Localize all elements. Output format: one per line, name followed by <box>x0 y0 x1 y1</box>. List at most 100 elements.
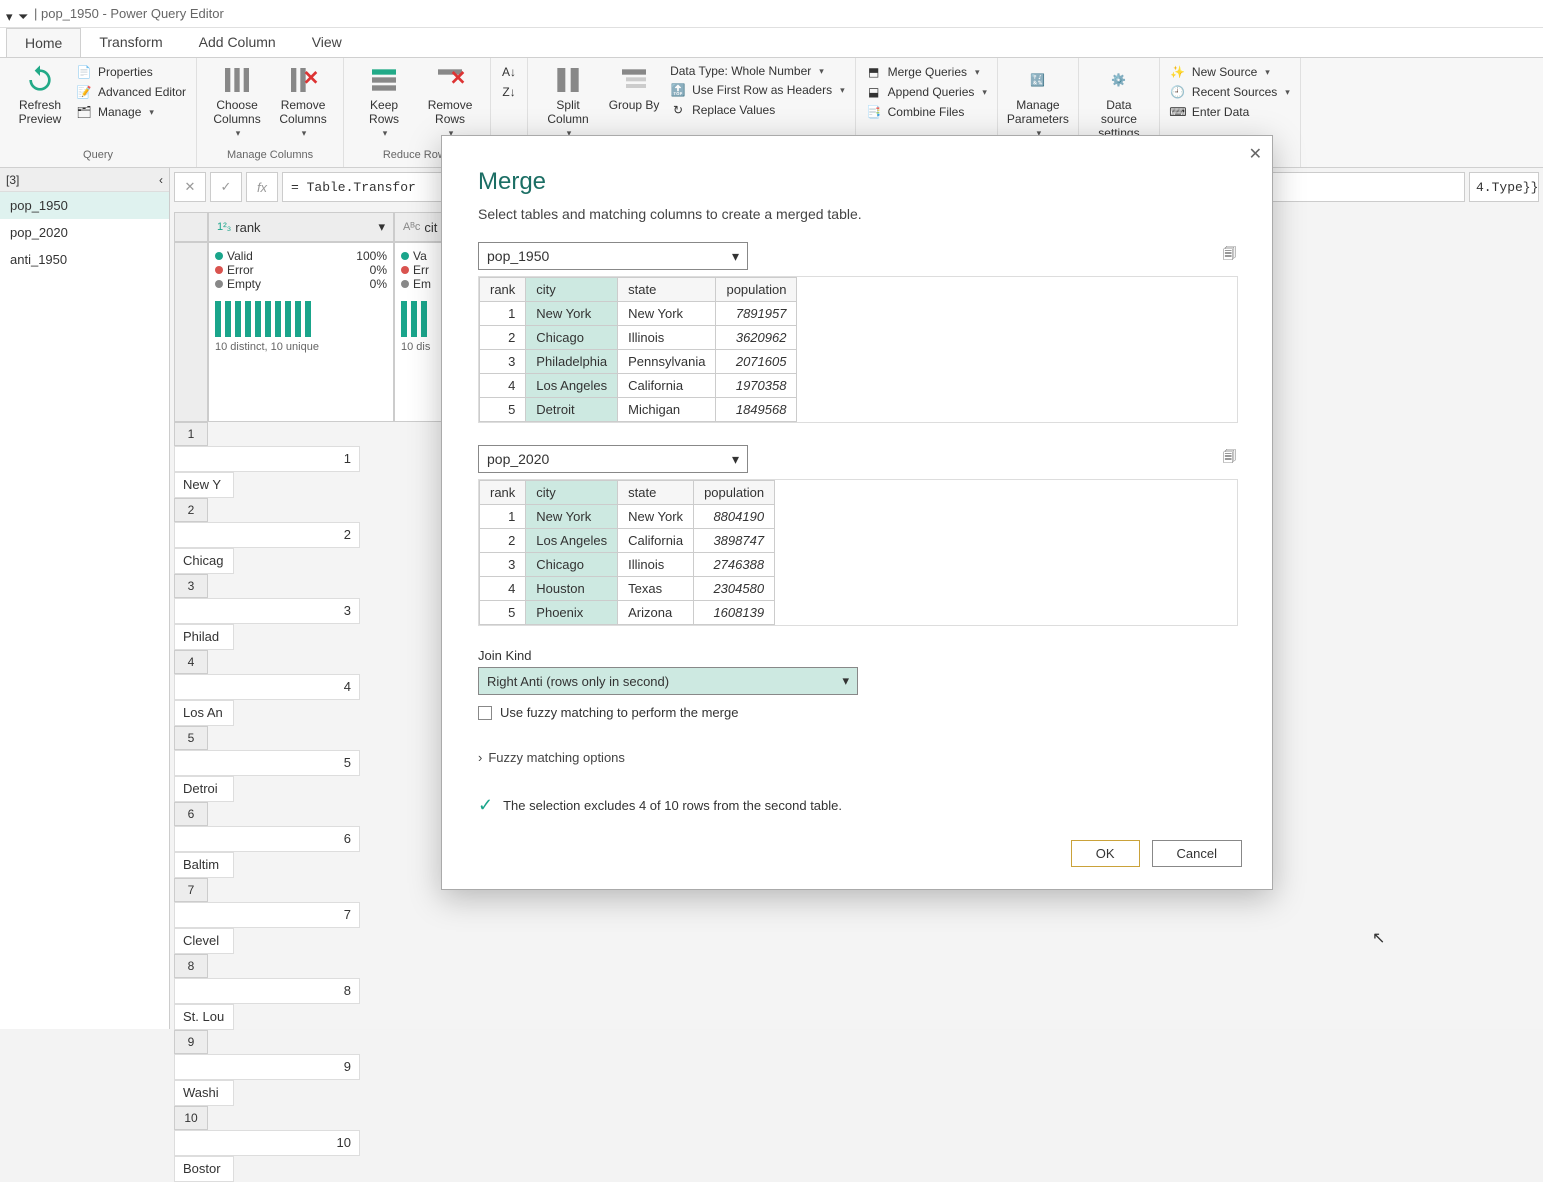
table-row[interactable]: 1New YorkNew York8804190 <box>480 505 775 529</box>
merge-dialog: ✕ Merge Select tables and matching colum… <box>441 135 1273 890</box>
table1-preview[interactable]: rank city state population 1New YorkNew … <box>478 276 1238 423</box>
merge-queries-button[interactable]: ⬒Merge Queries <box>866 64 987 80</box>
ok-button[interactable]: OK <box>1071 840 1140 867</box>
manage-icon: 🗂 <box>76 104 92 120</box>
table-row[interactable]: 11New Y <box>174 422 454 498</box>
choose-columns-icon <box>221 64 253 96</box>
join-kind-select[interactable]: Right Anti (rows only in second)▾ <box>478 667 858 695</box>
group-label-query: Query <box>83 149 113 161</box>
formula-tail: 4.Type}}) <box>1469 172 1539 202</box>
table-row[interactable]: 3ChicagoIllinois2746388 <box>480 553 775 577</box>
remove-columns-button[interactable]: Remove Columns <box>273 64 333 139</box>
manage-parameters-button[interactable]: 🔣 Manage Parameters <box>1008 64 1068 139</box>
commit-formula-button[interactable]: ✓ <box>210 172 242 202</box>
grid-corner[interactable] <box>174 212 208 242</box>
table-row[interactable]: 44Los An <box>174 650 454 726</box>
table-row[interactable]: 4HoustonTexas2304580 <box>480 577 775 601</box>
table-row[interactable]: 5DetroitMichigan1849568 <box>480 398 797 422</box>
close-icon[interactable]: ✕ <box>1249 144 1262 164</box>
refresh-preview-button[interactable]: Refresh Preview <box>10 64 70 126</box>
replace-values-button[interactable]: ↻Replace Values <box>670 102 845 118</box>
advanced-editor-button[interactable]: 📝Advanced Editor <box>76 84 186 100</box>
chevron-down-icon: ▾ <box>732 451 739 468</box>
query-item-pop1950[interactable]: pop_1950 <box>0 192 169 219</box>
new-source-button[interactable]: ✨New Source <box>1170 64 1290 80</box>
window-title: | pop_1950 - Power Query Editor <box>34 6 224 21</box>
table-row[interactable]: 2Los AngelesCalifornia3898747 <box>480 529 775 553</box>
choose-columns-button[interactable]: Choose Columns <box>207 64 267 139</box>
combine-files-button[interactable]: 📑Combine Files <box>866 104 987 120</box>
datatype-icon: 1²₃ <box>217 221 231 233</box>
table-row[interactable]: 3PhiladelphiaPennsylvania2071605 <box>480 350 797 374</box>
distribution-chart <box>215 297 387 337</box>
query-item-pop2020[interactable]: pop_2020 <box>0 219 169 246</box>
table-row[interactable]: 2ChicagoIllinois3620962 <box>480 326 797 350</box>
sort-asc-button[interactable]: A↓ <box>501 64 517 80</box>
table-row[interactable]: 77Clevel <box>174 878 454 954</box>
keep-rows-button[interactable]: Keep Rows <box>354 64 414 139</box>
table-row[interactable]: 99Washi <box>174 1030 454 1106</box>
table-row[interactable]: 22Chicag <box>174 498 454 574</box>
cancel-formula-button[interactable]: ✕ <box>174 172 206 202</box>
table1-select[interactable]: pop_1950▾ <box>478 242 748 270</box>
refresh-preview-icon[interactable]: 🗐 <box>1223 245 1236 267</box>
query-item-anti1950[interactable]: anti_1950 <box>0 246 169 273</box>
refresh-preview-icon[interactable]: 🗐 <box>1223 448 1236 470</box>
enter-data-button[interactable]: ⌨Enter Data <box>1170 104 1290 120</box>
properties-icon: 📄 <box>76 64 92 80</box>
group-label-managecols: Manage Columns <box>227 149 313 161</box>
collapse-pane-icon[interactable]: ‹ <box>159 173 163 187</box>
properties-button[interactable]: 📄Properties <box>76 64 186 80</box>
table-row[interactable]: 33Philad <box>174 574 454 650</box>
remove-rows-button[interactable]: Remove Rows <box>420 64 480 139</box>
queries-count: [3] <box>6 173 19 187</box>
first-row-headers-button[interactable]: 🔝Use First Row as Headers <box>670 82 845 98</box>
refresh-icon <box>24 64 56 96</box>
split-column-button[interactable]: Split Column <box>538 64 598 139</box>
table-row[interactable]: 66Baltim <box>174 802 454 878</box>
new-source-icon: ✨ <box>1170 64 1186 80</box>
chevron-down-icon: ▾ <box>842 673 849 689</box>
quick-access-toolbar[interactable]: ▾⏷ <box>6 9 28 19</box>
header-icon: 🔝 <box>670 82 686 98</box>
table-row[interactable]: 55Detroi <box>174 726 454 802</box>
tab-home[interactable]: Home <box>6 28 81 57</box>
fx-button[interactable]: fx <box>246 172 278 202</box>
table2-preview[interactable]: rank city state population 1New YorkNew … <box>478 479 1238 626</box>
table-row[interactable]: 88St. Lou <box>174 954 454 1030</box>
merge-icon: ⬒ <box>866 64 882 80</box>
tab-add-column[interactable]: Add Column <box>181 28 294 57</box>
cursor-icon: ↖ <box>1372 928 1385 948</box>
append-icon: ⬓ <box>866 84 882 100</box>
manage-button[interactable]: 🗂Manage <box>76 104 186 120</box>
group-by-button[interactable]: Group By <box>604 64 664 112</box>
chevron-down-icon: ▾ <box>732 248 739 265</box>
data-source-settings-button[interactable]: ⚙️ Data source settings <box>1089 64 1149 140</box>
keep-rows-icon <box>368 64 400 96</box>
dialog-title: Merge <box>478 168 1236 196</box>
split-icon <box>552 64 584 96</box>
fuzzy-match-checkbox[interactable] <box>478 706 492 720</box>
tab-view[interactable]: View <box>294 28 360 57</box>
datatype-text-icon: Aᴮc <box>403 221 420 233</box>
append-queries-button[interactable]: ⬓Append Queries <box>866 84 987 100</box>
column-header-rank[interactable]: 1²₃ rank ▾ <box>208 212 394 242</box>
recent-sources-button[interactable]: 🕘Recent Sources <box>1170 84 1290 100</box>
table-row[interactable]: 1New YorkNew York7891957 <box>480 302 797 326</box>
params-icon: 🔣 <box>1022 64 1054 96</box>
column-dropdown-icon[interactable]: ▾ <box>378 219 385 235</box>
cancel-button[interactable]: Cancel <box>1152 840 1242 867</box>
status-text: The selection excludes 4 of 10 rows from… <box>503 798 842 813</box>
table-row[interactable]: 4Los AngelesCalifornia1970358 <box>480 374 797 398</box>
table2-select[interactable]: pop_2020▾ <box>478 445 748 473</box>
editor-icon: 📝 <box>76 84 92 100</box>
recent-icon: 🕘 <box>1170 84 1186 100</box>
data-type-button[interactable]: Data Type: Whole Number <box>670 64 845 78</box>
combine-icon: 📑 <box>866 104 882 120</box>
table-row[interactable]: 5PhoenixArizona1608139 <box>480 601 775 625</box>
sort-desc-icon: Z↓ <box>501 84 517 100</box>
fuzzy-options-expander[interactable]: Fuzzy matching options <box>478 750 1236 765</box>
table-row[interactable]: 1010Bostor <box>174 1106 454 1182</box>
tab-transform[interactable]: Transform <box>81 28 180 57</box>
sort-desc-button[interactable]: Z↓ <box>501 84 517 100</box>
